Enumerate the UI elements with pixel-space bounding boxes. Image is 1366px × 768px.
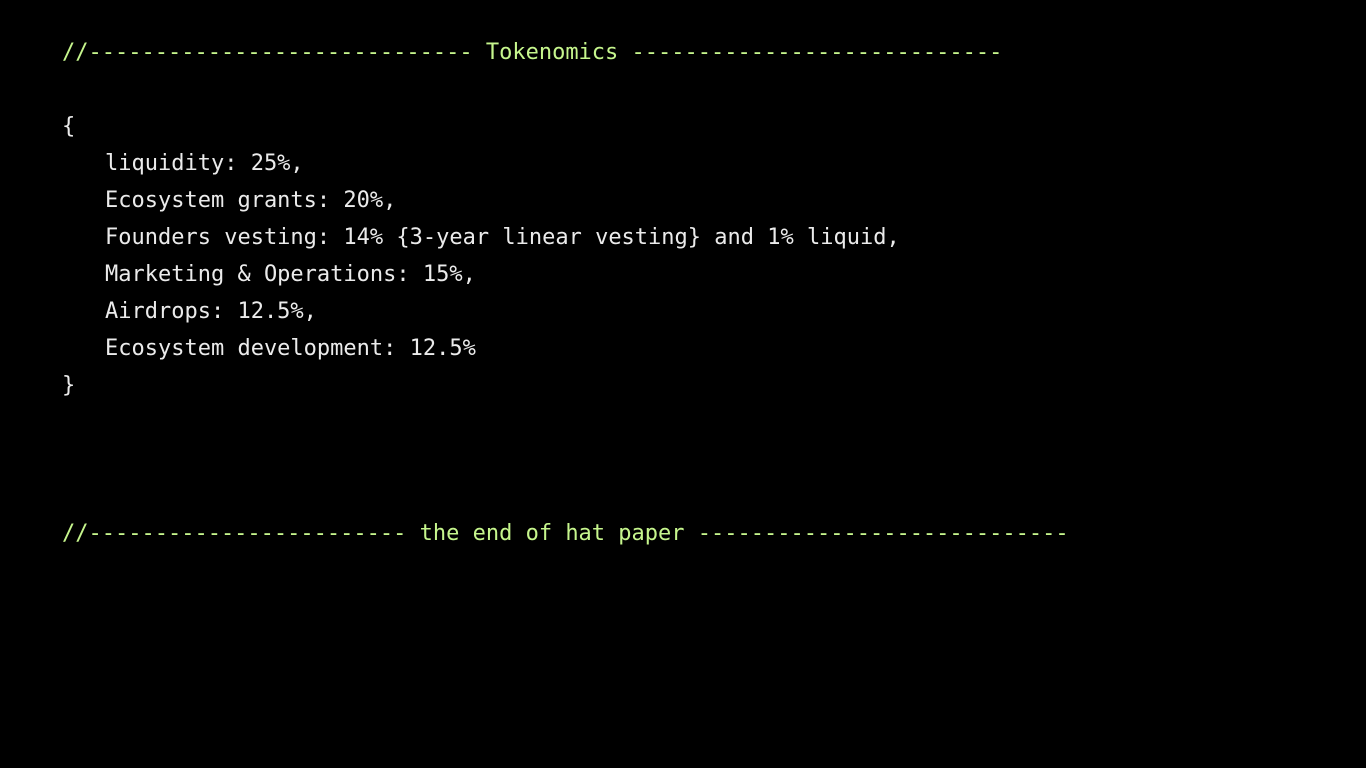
tokenomics-item-marketing-operations: Marketing & Operations: 15%,: [105, 262, 476, 287]
tokenomics-item-airdrops: Airdrops: 12.5%,: [105, 299, 317, 324]
footer-comment: //------------------------ the end of ha…: [62, 521, 1069, 546]
section-header-comment: //----------------------------- Tokenomi…: [62, 40, 1003, 65]
open-brace: {: [62, 114, 76, 139]
close-brace: }: [62, 373, 76, 398]
tokenomics-item-liquidity: liquidity: 25%,: [105, 151, 304, 176]
tokenomics-item-ecosystem-development: Ecosystem development: 12.5%: [105, 336, 476, 361]
document-page: //----------------------------- Tokenomi…: [0, 0, 1366, 768]
tokenomics-item-founders-vesting: Founders vesting: 14% {3-year linear ves…: [105, 225, 900, 250]
tokenomics-item-ecosystem-grants: Ecosystem grants: 20%,: [105, 188, 397, 213]
